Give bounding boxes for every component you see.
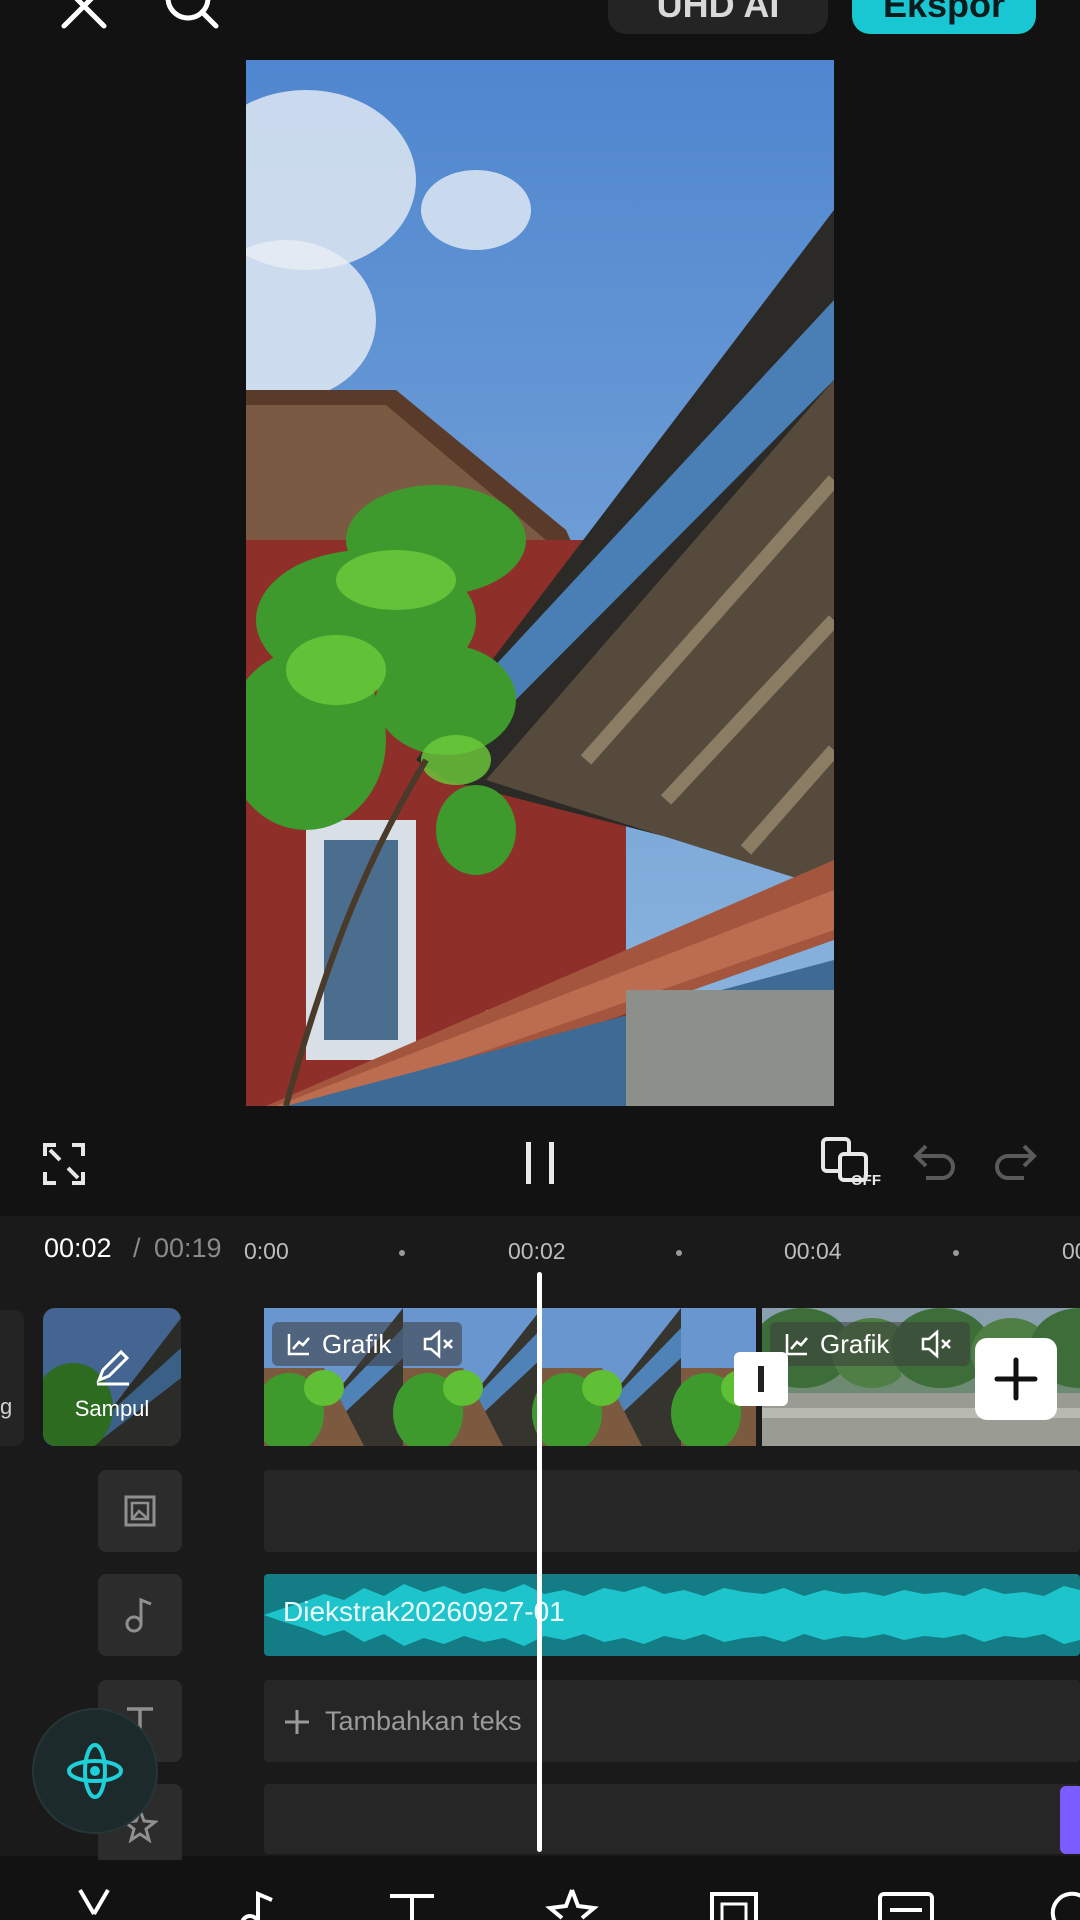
preview-frame-image [246,60,834,1106]
audio-track-button[interactable] [98,1574,182,1656]
add-text-label: Tambahkan teks [325,1706,522,1736]
clip-2-label: Grafik [784,1322,889,1366]
sparkle-orbit-icon [67,1743,123,1799]
plus-icon [994,1357,1038,1401]
redo-icon[interactable] [994,1142,1038,1182]
add-text-button[interactable]: Tambahkan teks [283,1706,522,1737]
clip-2-label-text: Grafik [820,1328,890,1359]
ruler-dot [676,1250,682,1256]
effects-track[interactable] [264,1784,1080,1854]
current-time: 00:02 [44,1233,112,1263]
ruler-dot [399,1250,405,1256]
time-separator: / [133,1233,141,1263]
transition-icon [758,1366,764,1392]
ai-assistant-button[interactable] [34,1710,156,1832]
left-tile[interactable]: g [0,1310,24,1446]
sync-toggle[interactable]: OFF [820,1136,890,1192]
add-icon [285,1709,309,1734]
sync-off-badge: OFF [851,1172,881,1189]
audio-track-label: Diekstrak20260927-01 [283,1596,565,1627]
video-preview[interactable] [246,60,834,1106]
clip-1-label: Grafik [286,1322,391,1366]
total-time: 00:19 [154,1233,222,1263]
sticker-icon[interactable] [542,1888,602,1920]
overlay-icon [124,1495,156,1527]
clip-1-label-text: Grafik [322,1328,392,1359]
mute-icon[interactable] [920,1328,954,1360]
add-clip-button[interactable] [975,1338,1057,1420]
effect-clip-edge[interactable] [1060,1786,1080,1854]
edit-pencil-icon [96,1349,130,1386]
ruler-label: 0:00 [244,1238,289,1264]
ruler-label: 00 [1062,1238,1080,1264]
ruler-label: 00:04 [784,1238,842,1264]
uhd-ai-label: UHD AI [656,0,780,25]
cover-label: Sampul [74,1396,150,1421]
pause-icon[interactable] [520,1140,560,1186]
uhd-ai-button[interactable]: UHD AI [608,0,828,34]
transition-button[interactable] [734,1352,788,1406]
cut-icon[interactable] [64,1888,124,1920]
export-button[interactable]: Ekspor [852,0,1036,34]
undo-icon[interactable] [912,1142,956,1182]
music-note-icon [125,1597,152,1633]
close-icon[interactable] [54,0,114,32]
export-label: Ekspor [882,0,1006,25]
text-icon[interactable] [382,1888,442,1920]
mute-icon[interactable] [422,1328,456,1360]
effect-icon[interactable] [1040,1888,1080,1920]
video-clip-1[interactable]: Grafik [264,1308,756,1446]
left-tile-label: g [0,1394,13,1419]
playhead[interactable] [537,1272,542,1852]
ruler-dot [953,1250,959,1256]
cover-tile[interactable]: Sampul [43,1308,181,1446]
graph-icon [785,1334,808,1356]
audio-icon[interactable] [228,1888,288,1920]
caption-icon[interactable] [876,1888,936,1920]
ruler-label: 00:02 [508,1238,566,1264]
search-icon[interactable] [162,0,222,32]
graph-icon [287,1334,310,1356]
fullscreen-icon[interactable] [42,1142,86,1186]
overlay-icon[interactable] [704,1888,764,1920]
overlay-track[interactable] [264,1470,1080,1552]
overlay-track-button[interactable] [98,1470,182,1552]
